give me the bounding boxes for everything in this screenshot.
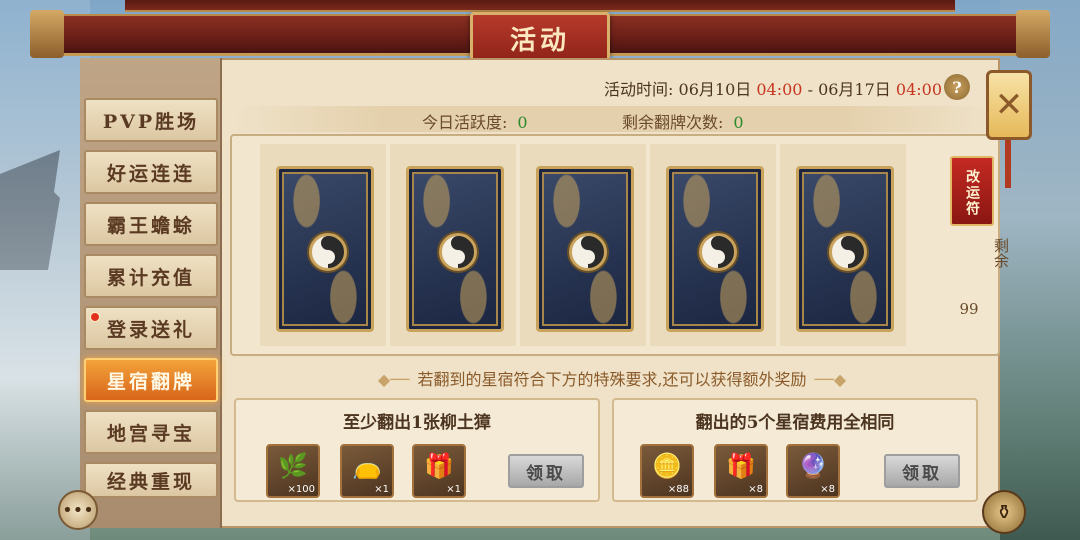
face-down-card[interactable]: [276, 166, 374, 332]
face-down-card[interactable]: [536, 166, 634, 332]
card-slot: [650, 144, 776, 346]
reward-qty: ×1: [446, 484, 461, 495]
hint-text: 若翻到的星宿符合下方的特殊要求,还可以获得额外奖励: [417, 370, 807, 389]
face-down-card[interactable]: [406, 166, 504, 332]
sidebar-item-label: 累计充值: [106, 266, 195, 289]
content-area: 活动时间: 06月10日 04:00 - 06月17日 04:00 ? 今日活跃…: [226, 62, 1010, 524]
requirement-card: 至少翻出1张柳土獐 🌿 ×100 👝 ×1 🎁 ×1 领取: [234, 398, 600, 502]
card-slot: [520, 144, 646, 346]
time-separator: -: [807, 80, 813, 99]
sidebar-item-label: 好运连连: [106, 162, 195, 185]
window-title: 活动: [470, 12, 610, 64]
end-date: 06月17日: [818, 80, 891, 99]
token-remaining-label: 剩余: [992, 238, 1010, 268]
requirement-title: 至少翻出1张柳土獐: [343, 413, 491, 433]
flips-label: 剩余翻牌次数:: [622, 113, 724, 132]
sidebar-item-login-gift[interactable]: 登录送礼: [84, 306, 218, 350]
background-left: [0, 0, 90, 540]
flips-value: 0: [733, 113, 744, 132]
pouch-icon[interactable]: 👝 ×1: [340, 444, 394, 498]
reward-qty: ×1: [374, 484, 389, 495]
yin-yang-icon: [829, 233, 867, 271]
event-time-label: 活动时间:: [604, 80, 674, 99]
card-slot: [390, 144, 516, 346]
gold-ingot-icon[interactable]: 🪙 ×88: [640, 444, 694, 498]
requirement-card: 翻出的5个星宿费用全相同 🪙 ×88 🎁 ×8 🔮 ×8 领取: [612, 398, 978, 502]
help-icon[interactable]: ?: [944, 74, 970, 100]
red-gift-box-icon[interactable]: 🎁 ×1: [412, 444, 466, 498]
face-down-card[interactable]: [666, 166, 764, 332]
fortune-token[interactable]: 改运符 剩余 99: [942, 148, 1010, 338]
hint-ornament-right: ──◆: [814, 370, 847, 389]
flips-stat: 剩余翻牌次数: 0: [622, 109, 744, 133]
sidebar-item-label: 地宫寻宝: [106, 422, 195, 445]
bonus-hint: ◆── 若翻到的星宿符合下方的特殊要求,还可以获得额外奖励 ──◆: [226, 366, 998, 390]
sidebar-item-treasure[interactable]: 地宫寻宝: [84, 410, 218, 454]
reward-qty: ×8: [748, 484, 763, 495]
beam-cap-right: [1016, 10, 1050, 58]
sidebar-item-toad[interactable]: 霸王蟾蜍: [84, 202, 218, 246]
bag-icon[interactable]: ⚱: [982, 490, 1026, 534]
end-time: 04:00: [895, 80, 942, 99]
sidebar-item-pvp[interactable]: PVP胜场: [84, 98, 218, 142]
sidebar-item-recharge[interactable]: 累计充值: [84, 254, 218, 298]
hint-ornament-left: ◆──: [377, 370, 410, 389]
sidebar-item-label: 霸王蟾蜍: [106, 214, 195, 237]
event-time: 活动时间: 06月10日 04:00 - 06月17日 04:00: [604, 76, 942, 100]
green-herb-icon[interactable]: 🌿 ×100: [266, 444, 320, 498]
sidebar-item-label: 登录送礼: [106, 318, 195, 341]
claim-button[interactable]: 领取: [508, 454, 584, 488]
yin-yang-icon: [569, 233, 607, 271]
face-down-card[interactable]: [796, 166, 894, 332]
reward-qty: ×100: [287, 484, 315, 495]
requirement-title: 翻出的5个星宿费用全相同: [695, 413, 895, 433]
claim-button[interactable]: 领取: [884, 454, 960, 488]
reward-qty: ×88: [667, 484, 689, 495]
beam-cap-left: [30, 10, 64, 58]
fortune-token-icon: 改运符: [950, 156, 994, 226]
start-date: 06月10日: [678, 80, 752, 99]
sidebar-item-classic[interactable]: 经典重现: [84, 462, 218, 498]
close-icon[interactable]: ✕: [986, 70, 1032, 140]
card-slot: [260, 144, 386, 346]
yin-yang-icon: [699, 233, 737, 271]
yin-yang-icon: [309, 233, 347, 271]
blue-orb-icon[interactable]: 🔮 ×8: [786, 444, 840, 498]
sidebar-item-label: PVP胜场: [102, 110, 200, 133]
chat-icon[interactable]: •••: [58, 490, 98, 530]
start-time: 04:00: [756, 80, 803, 99]
reward-qty: ×8: [820, 484, 835, 495]
sidebar-item-label: 星宿翻牌: [106, 370, 195, 393]
card-area: [230, 134, 1000, 356]
sidebar-item-good-luck[interactable]: 好运连连: [84, 150, 218, 194]
activity-label: 今日活跃度:: [422, 113, 508, 132]
sidebar: PVP胜场 好运连连 霸王蟾蜍 累计充值 登录送礼 星宿翻牌 地宫寻宝 经典重现: [80, 58, 222, 528]
red-gift-box-icon[interactable]: 🎁 ×8: [714, 444, 768, 498]
stats-bar: 今日活跃度: 0 剩余翻牌次数: 0: [232, 106, 994, 132]
notification-dot: [90, 312, 100, 322]
sidebar-item-star-flip[interactable]: 星宿翻牌: [84, 358, 218, 402]
roof-beam-top: [125, 0, 955, 12]
yin-yang-icon: [439, 233, 477, 271]
lantern-tassel: [1005, 140, 1011, 188]
sidebar-item-label: 经典重现: [106, 470, 195, 493]
token-remaining-count: 99: [959, 300, 979, 318]
activity-stat: 今日活跃度: 0: [422, 109, 528, 133]
activity-value: 0: [517, 113, 528, 132]
card-slot: [780, 144, 906, 346]
